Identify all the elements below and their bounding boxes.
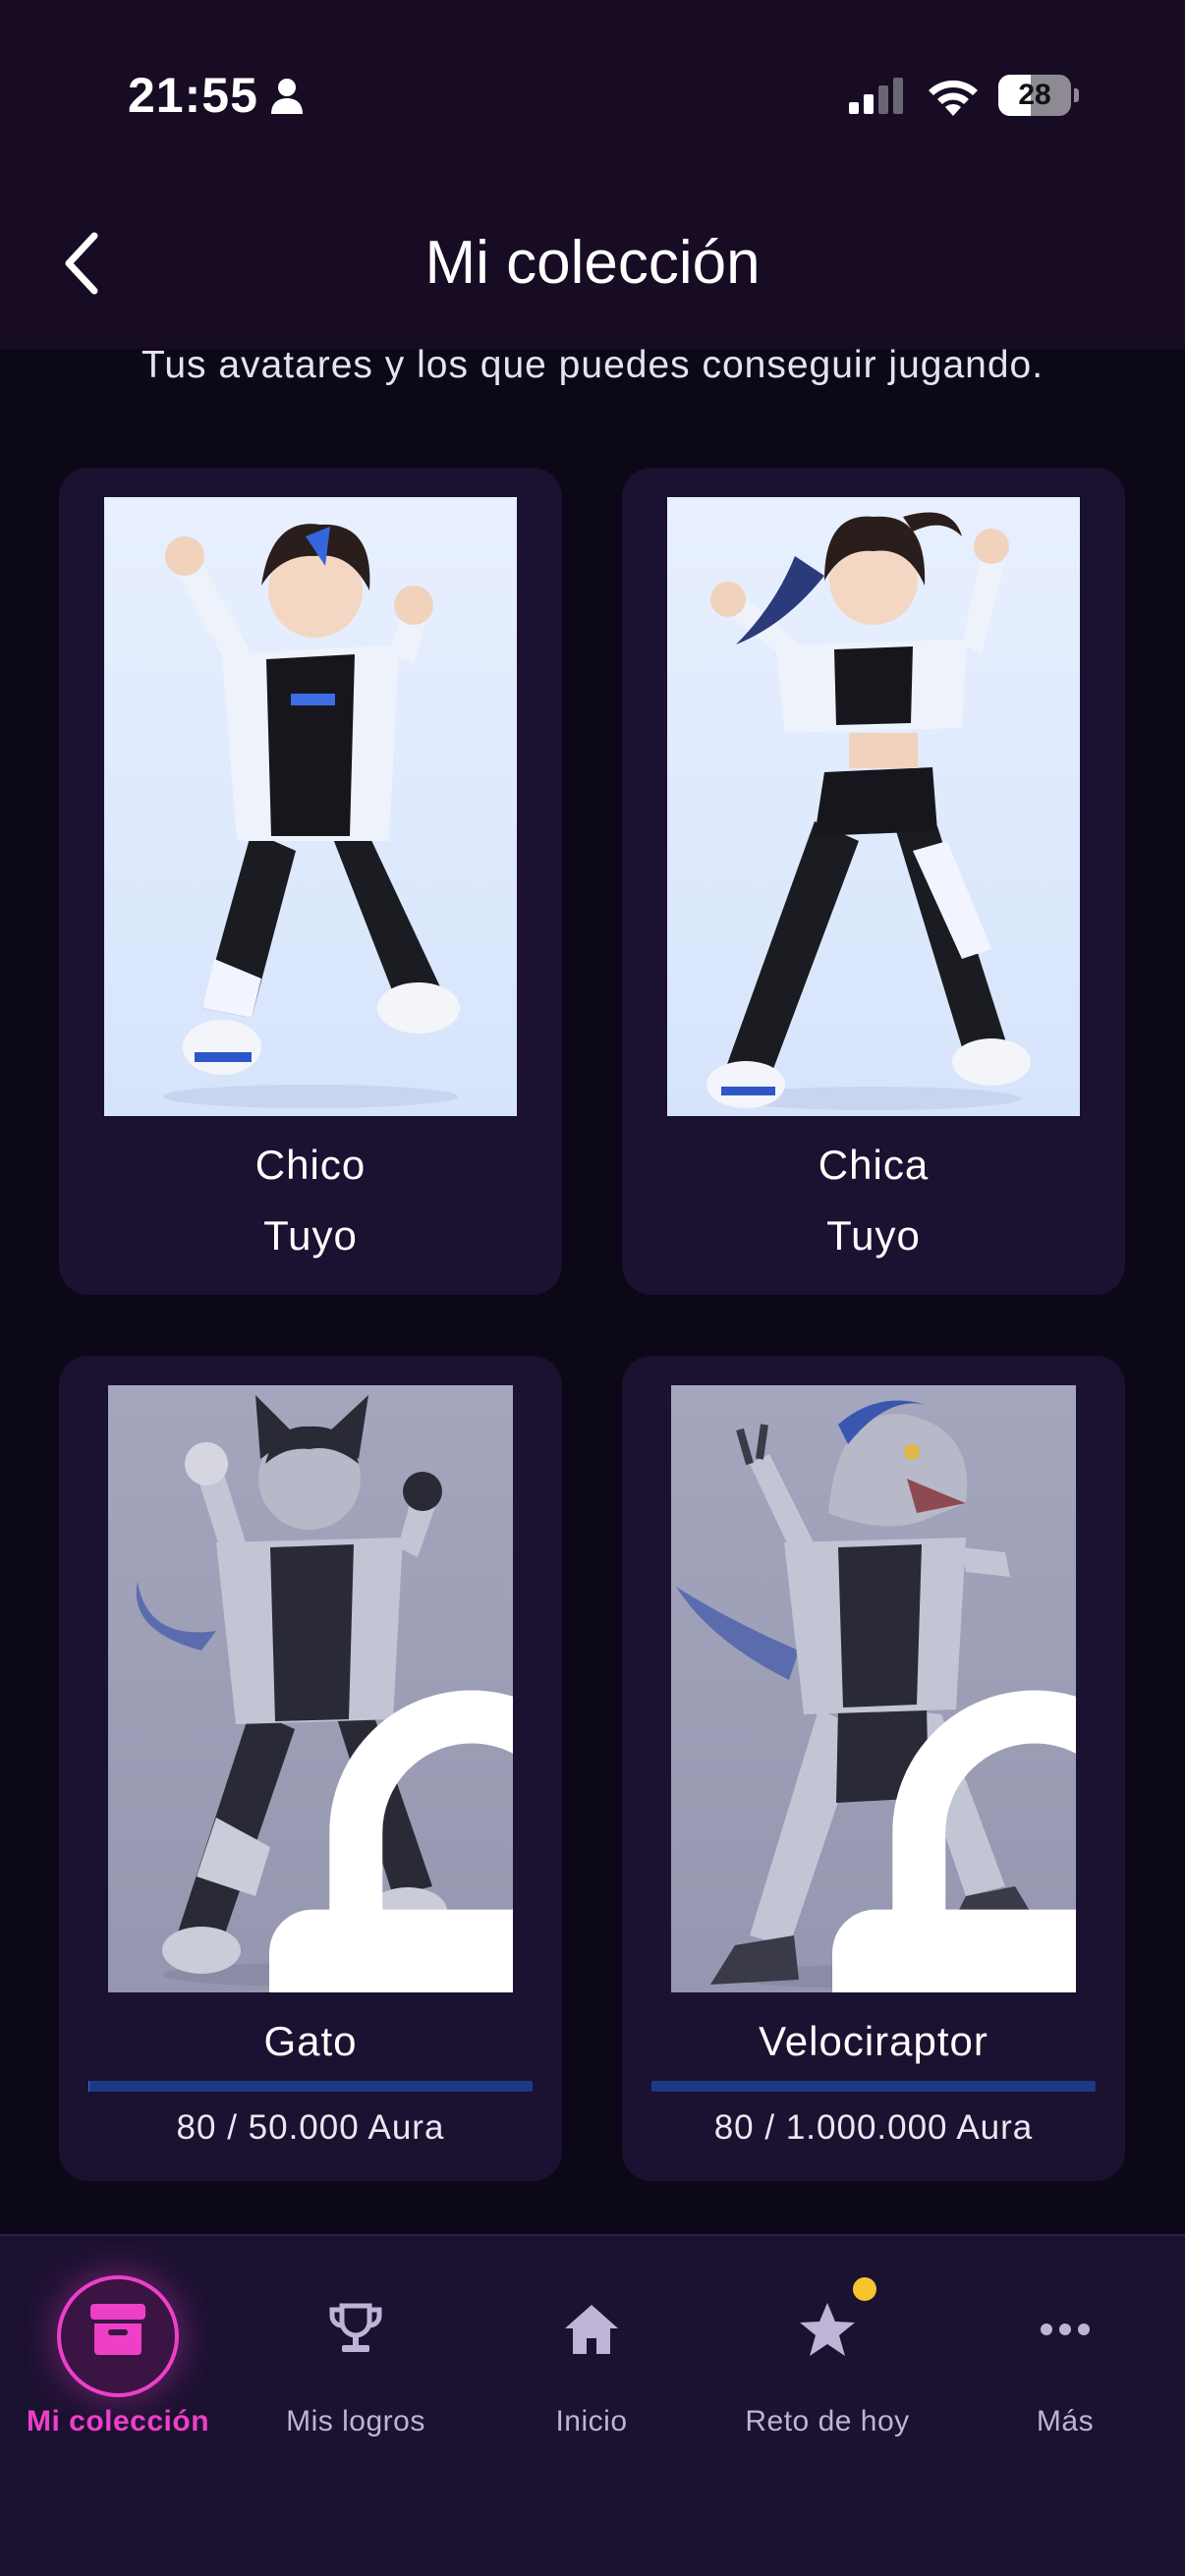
lock-icon (269, 1690, 513, 1992)
avatar-status: Tuyo (826, 1212, 921, 1259)
signal-icon (849, 78, 903, 114)
aura-progress-bar (651, 2081, 1096, 2092)
nav-label: Inicio (555, 2405, 628, 2437)
avatar-image-chico (104, 497, 517, 1116)
star-icon (793, 2295, 862, 2364)
avatar-name: Chica (818, 1142, 930, 1188)
aura-progress-text: 80 / 1.000.000 Aura (713, 2108, 1034, 2147)
nav-item-mi-coleccion[interactable]: Mi colección (0, 2236, 236, 2452)
nav-item-mas[interactable]: Más (947, 2236, 1183, 2452)
person-icon (271, 79, 303, 114)
status-bar: 21:55 28 (0, 0, 1185, 196)
status-time: 21:55 (128, 68, 258, 123)
nav-item-mis-logros[interactable]: Mis logros (238, 2236, 474, 2452)
aura-progress-bar (88, 2081, 533, 2092)
trophy-icon (321, 2295, 390, 2364)
wifi-icon (929, 80, 978, 116)
avatar-name: Velociraptor (759, 2018, 988, 2064)
nav-label: Mis logros (286, 2405, 425, 2437)
avatar-image-gato (108, 1385, 513, 1992)
avatar-status: Tuyo (263, 1212, 358, 1259)
aura-progress-text: 80 / 50.000 Aura (176, 2108, 445, 2147)
nav-item-inicio[interactable]: Inicio (474, 2236, 709, 2452)
avatar-name: Chico (254, 1142, 367, 1188)
bottom-navigation: Mi colección Mis logros Inicio Reto de h… (0, 2234, 1185, 2576)
archive-icon (84, 2295, 152, 2364)
screen: 21:55 28 Mi colección Tus avatares y los… (0, 0, 1185, 2576)
header-area: 21:55 28 Mi colección (0, 0, 1185, 349)
home-icon (557, 2295, 626, 2364)
avatar-card-velociraptor[interactable]: Velociraptor 80 / 1.000.000 Aura (622, 1356, 1125, 2181)
nav-label: Reto de hoy (745, 2405, 910, 2437)
lock-icon (832, 1690, 1076, 1992)
avatar-card-gato[interactable]: Gato 80 / 50.000 Aura (59, 1356, 562, 2181)
nav-item-reto-de-hoy[interactable]: Reto de hoy (709, 2236, 945, 2452)
avatar-card-chica[interactable]: Chica Tuyo (622, 468, 1125, 1295)
aura-progress-fill (88, 2081, 89, 2092)
battery-level: 28 (1018, 79, 1051, 111)
more-icon (1031, 2295, 1100, 2364)
nav-label: Más (1036, 2405, 1095, 2437)
avatar-name: Gato (263, 2018, 358, 2064)
avatar-card-chico[interactable]: Chico Tuyo (59, 468, 562, 1295)
page-subtitle: Tus avatares y los que puedes conseguir … (141, 344, 1044, 386)
battery-indicator: 28 (998, 75, 1079, 116)
avatar-image-velociraptor (671, 1385, 1076, 1992)
page-title: Mi colección (424, 229, 761, 297)
nav-label: Mi colección (26, 2405, 210, 2437)
avatar-image-chica (667, 497, 1080, 1116)
